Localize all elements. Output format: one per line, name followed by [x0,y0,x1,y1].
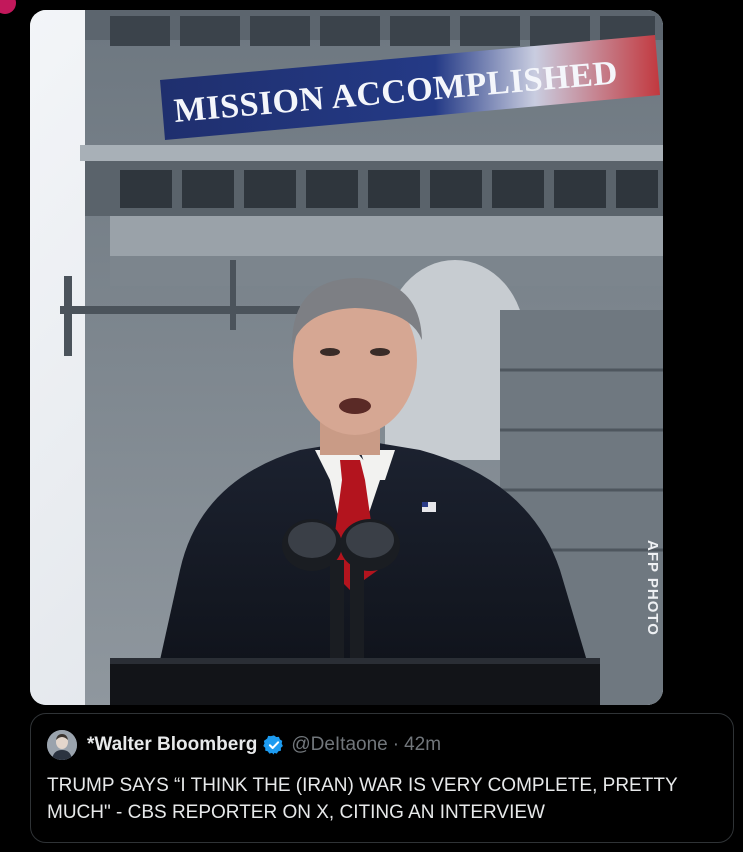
quoted-post-header: *Walter Bloomberg @DeItaone · 42m [47,730,717,760]
post-timestamp[interactable]: 42m [404,734,441,756]
photo-credit: AFP PHOTO [644,540,661,636]
photo-illustration: MISSION ACCOMPLISHED AFP PHOTO [30,10,663,705]
display-name[interactable]: *Walter Bloomberg [87,734,257,756]
user-handle[interactable]: @DeItaone [291,734,387,756]
separator-dot: · [392,734,400,755]
avatar[interactable] [47,730,77,760]
avatar-image [47,730,77,760]
quoted-post[interactable]: *Walter Bloomberg @DeItaone · 42m TRUMP … [30,713,734,843]
post-image[interactable]: MISSION ACCOMPLISHED AFP PHOTO [30,10,663,705]
verified-badge-icon [263,734,285,756]
quoted-post-text: TRUMP SAYS “I THINK THE (IRAN) WAR IS VE… [47,775,678,823]
corner-accent [0,0,16,14]
